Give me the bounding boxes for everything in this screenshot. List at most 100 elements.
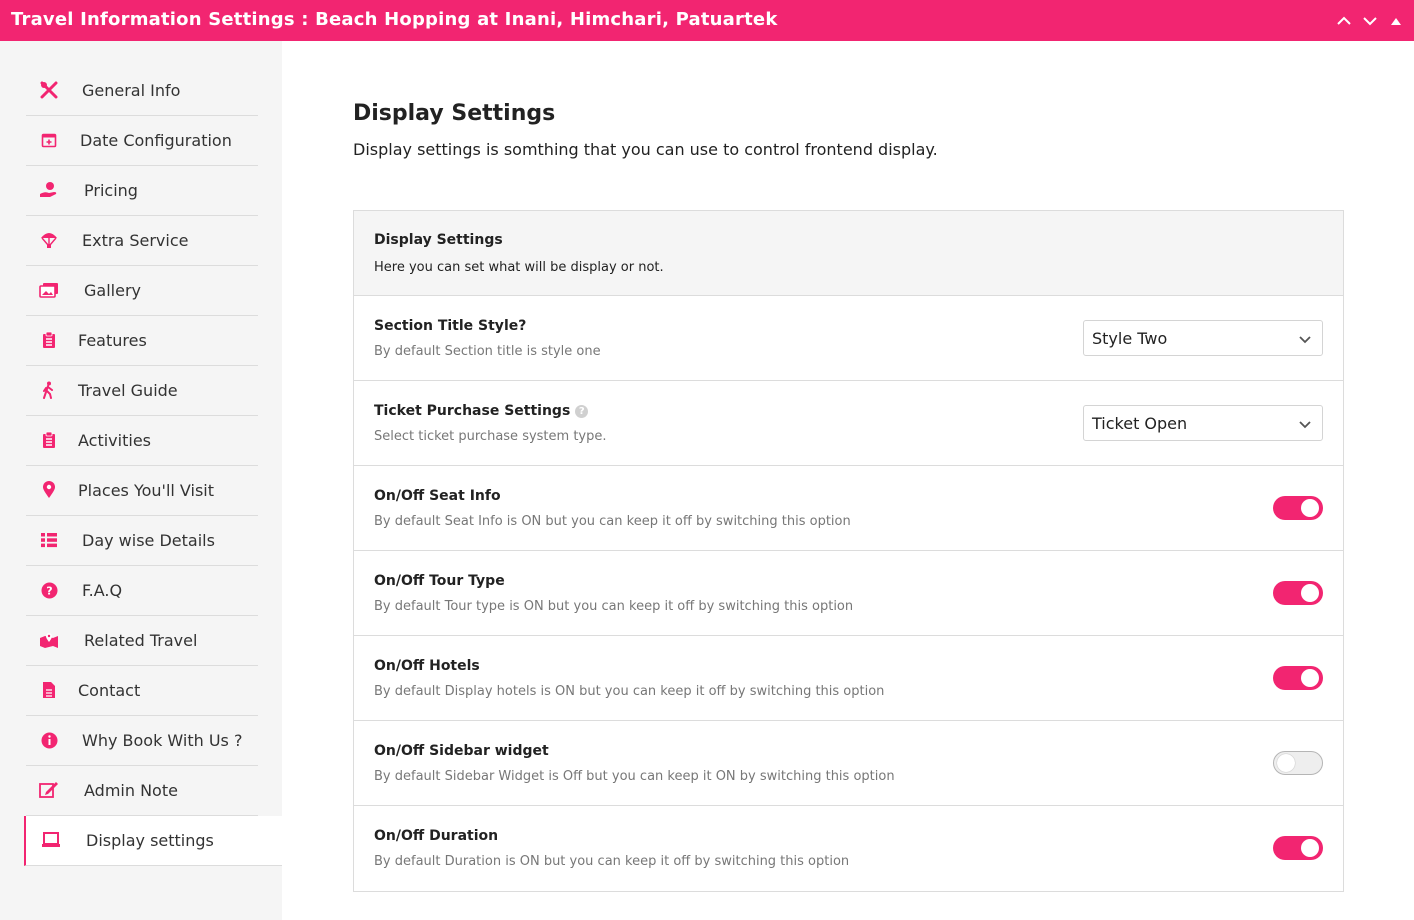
sidebar-item-date-configuration[interactable]: Date Configuration (26, 116, 258, 166)
hiking-icon (39, 380, 59, 400)
chevron-down-icon[interactable] (1362, 13, 1378, 29)
sidebar-item-label: Features (78, 331, 147, 350)
collapse-triangle-icon[interactable] (1388, 13, 1404, 29)
sidebar-item-travel-guide[interactable]: Travel Guide (26, 366, 258, 416)
setting-title: On/Off Duration (374, 828, 499, 844)
duration-toggle[interactable] (1273, 836, 1323, 860)
parachute-icon (39, 230, 59, 250)
file-text-icon (39, 680, 59, 700)
sidebar-item-display-settings[interactable]: Display settings (24, 816, 282, 866)
main-content: Display Settings Display settings is som… (282, 41, 1414, 920)
list-icon (39, 530, 59, 550)
ticket-purchase-select[interactable]: Ticket Open (1083, 405, 1323, 441)
sidebar-item-label: Display settings (86, 831, 214, 850)
sidebar-item-label: Why Book With Us ? (82, 731, 243, 750)
setting-row-section-title-style: Section Title Style? By default Section … (354, 296, 1343, 381)
sidebar-item-gallery[interactable]: Gallery (26, 266, 258, 316)
sidebar-item-label: Day wise Details (82, 531, 215, 550)
sidebar-item-label: Date Configuration (80, 131, 232, 150)
page-description: Display settings is somthing that you ca… (353, 140, 938, 159)
sidebar-item-features[interactable]: Features (26, 316, 258, 366)
display-settings-panel: Display Settings Here you can set what w… (353, 210, 1344, 892)
setting-description: By default Display hotels is ON but you … (374, 684, 885, 699)
sidebar-item-pricing[interactable]: Pricing (26, 166, 258, 216)
setting-title: Ticket Purchase Settings (374, 403, 571, 419)
laptop-icon (41, 830, 61, 850)
edit-icon (39, 780, 59, 800)
setting-description: By default Duration is ON but you can ke… (374, 854, 850, 869)
clipboard-list-icon (39, 430, 59, 450)
setting-title: Section Title Style? (374, 318, 527, 334)
tools-icon (39, 80, 59, 100)
sidebar-item-label: Gallery (84, 281, 141, 300)
images-icon (39, 280, 59, 300)
toggle-knob (1301, 669, 1319, 687)
help-icon[interactable]: ? (575, 404, 589, 418)
panel-controls (1336, 0, 1404, 41)
sidebar-item-places[interactable]: Places You'll Visit (26, 466, 258, 516)
chevron-down-icon (1298, 417, 1312, 431)
setting-title: On/Off Seat Info (374, 488, 501, 504)
sidebar-item-day-wise-details[interactable]: Day wise Details (26, 516, 258, 566)
setting-row-duration: On/Off Duration By default Duration is O… (354, 806, 1343, 891)
setting-description: By default Seat Info is ON but you can k… (374, 514, 851, 529)
settings-sidebar: General Info Date Configuration Pricing … (0, 41, 282, 920)
setting-row-sidebar-widget: On/Off Sidebar widget By default Sidebar… (354, 721, 1343, 806)
setting-row-seat-info: On/Off Seat Info By default Seat Info is… (354, 466, 1343, 551)
panel-header: Display Settings Here you can set what w… (354, 211, 1343, 296)
setting-title: On/Off Sidebar widget (374, 743, 549, 759)
sidebar-item-faq[interactable]: ? F.A.Q (26, 566, 258, 616)
page-header-title: Travel Information Settings : Beach Hopp… (11, 9, 778, 30)
toggle-knob (1301, 584, 1319, 602)
sidebar-item-extra-service[interactable]: Extra Service (26, 216, 258, 266)
sidebar-item-related-travel[interactable]: Related Travel (26, 616, 258, 666)
hand-dollar-icon (39, 180, 59, 200)
page-title: Display Settings (353, 101, 556, 126)
seat-info-toggle[interactable] (1273, 496, 1323, 520)
svg-text:?: ? (46, 584, 52, 597)
info-circle-icon (39, 730, 59, 750)
clipboard-list-icon (39, 330, 59, 350)
sidebar-item-label: Admin Note (84, 781, 178, 800)
map-marker-icon (39, 480, 59, 500)
panel-subtitle: Here you can set what will be display or… (374, 260, 664, 275)
setting-description: By default Sidebar Widget is Off but you… (374, 769, 895, 784)
chevron-up-icon[interactable] (1336, 13, 1352, 29)
sidebar-item-activities[interactable]: Activities (26, 416, 258, 466)
sidebar-item-label: Activities (78, 431, 151, 450)
sidebar-item-why-book[interactable]: Why Book With Us ? (26, 716, 258, 766)
question-circle-icon: ? (39, 580, 59, 600)
setting-title: On/Off Tour Type (374, 573, 505, 589)
sidebar-item-general-info[interactable]: General Info (26, 66, 258, 116)
sidebar-item-label: F.A.Q (82, 581, 123, 600)
sidebar-item-label: Contact (78, 681, 141, 700)
sidebar-item-label: Places You'll Visit (78, 481, 215, 500)
select-value: Ticket Open (1092, 414, 1188, 433)
sidebar-item-label: Pricing (84, 181, 138, 200)
sidebar-item-admin-note[interactable]: Admin Note (26, 766, 258, 816)
chevron-down-icon (1298, 332, 1312, 346)
select-value: Style Two (1092, 329, 1168, 348)
hotels-toggle[interactable] (1273, 666, 1323, 690)
sidebar-item-contact[interactable]: Contact (26, 666, 258, 716)
setting-row-tour-type: On/Off Tour Type By default Tour type is… (354, 551, 1343, 636)
calendar-plus-icon (39, 130, 59, 150)
setting-description: By default Section title is style one (374, 344, 601, 359)
title-bar: Travel Information Settings : Beach Hopp… (0, 0, 1414, 41)
toggle-knob (1277, 754, 1295, 772)
setting-description: Select ticket purchase system type. (374, 429, 607, 444)
map-location-icon (39, 630, 59, 650)
setting-title: On/Off Hotels (374, 658, 480, 674)
sidebar-item-label: Travel Guide (78, 381, 178, 400)
sidebar-item-label: Related Travel (84, 631, 198, 650)
toggle-knob (1301, 499, 1319, 517)
section-title-style-select[interactable]: Style Two (1083, 320, 1323, 356)
sidebar-widget-toggle[interactable] (1273, 751, 1323, 775)
setting-row-hotels: On/Off Hotels By default Display hotels … (354, 636, 1343, 721)
setting-row-ticket-purchase: Ticket Purchase Settings ? Select ticket… (354, 381, 1343, 466)
panel-title: Display Settings (374, 232, 503, 248)
setting-description: By default Tour type is ON but you can k… (374, 599, 854, 614)
sidebar-item-label: Extra Service (82, 231, 189, 250)
sidebar-item-label: General Info (82, 81, 181, 100)
tour-type-toggle[interactable] (1273, 581, 1323, 605)
